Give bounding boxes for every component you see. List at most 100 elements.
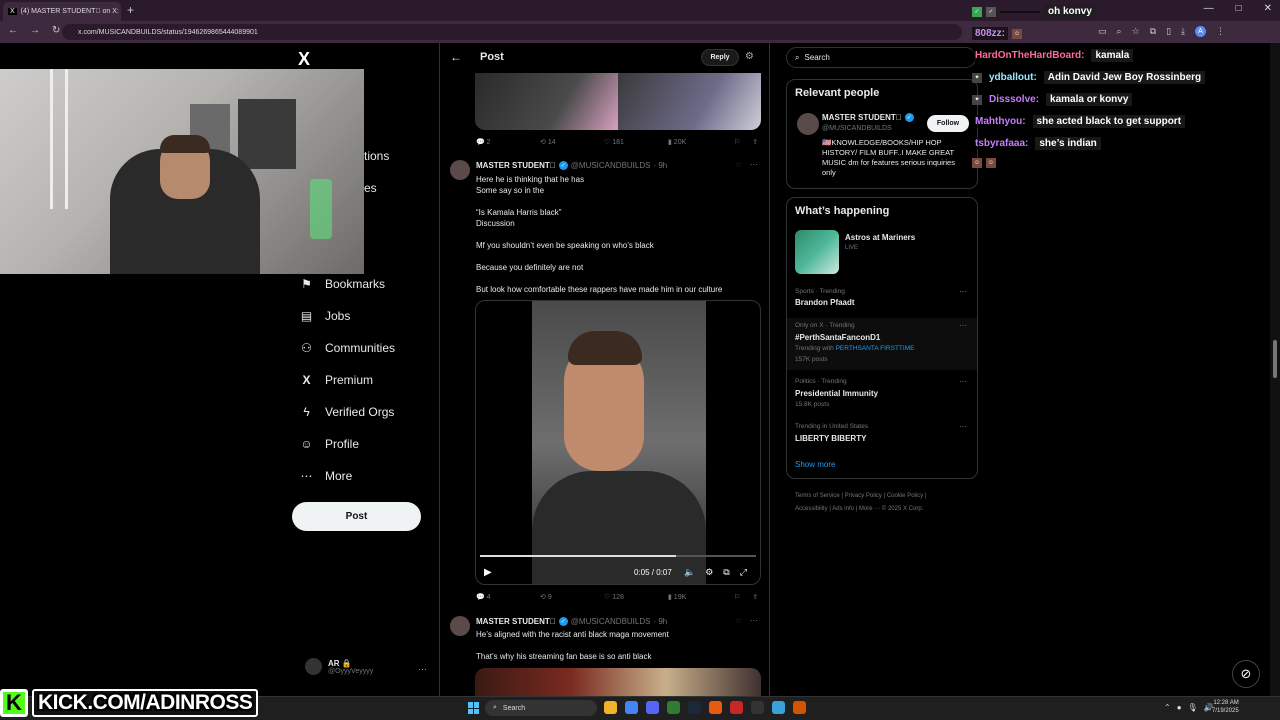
nav-item-profile[interactable]: ☺ Profile	[300, 437, 359, 451]
download-icon[interactable]: ⤓	[1181, 26, 1185, 37]
avatar[interactable]	[450, 616, 470, 636]
account-switcher[interactable]: AR 🔒 @OyyyVeyyyy	[305, 658, 373, 675]
settings-icon[interactable]: ⚙	[705, 567, 713, 578]
bookmark-icon[interactable]: ⚐	[734, 138, 740, 146]
sidebar-icon[interactable]: ▯	[1166, 26, 1171, 37]
nav-item-partial-messages[interactable]: es	[364, 181, 377, 195]
profile-avatar-icon[interactable]: A	[1195, 26, 1207, 37]
zoom-icon[interactable]: ⌕	[1117, 26, 1122, 37]
tweet-handle[interactable]: @MUSICANDBUILDS	[571, 161, 651, 170]
person-handle[interactable]: @MUSICANDBUILDS	[822, 125, 892, 132]
browser-tab[interactable]: X (4) MASTER STUDENT🏿 on X: ✕	[3, 2, 121, 21]
minimize-button[interactable]: —	[1204, 3, 1214, 14]
reload-icon[interactable]: ↻	[52, 25, 60, 36]
repost-action[interactable]: ⟲ 14	[540, 138, 604, 146]
taskbar-clock[interactable]: 12:28 AM 7/19/2025	[1212, 699, 1239, 715]
back-icon[interactable]: ←	[8, 25, 18, 36]
app-icon[interactable]	[751, 701, 764, 714]
grok-icon[interactable]: ◌	[736, 160, 741, 169]
views-action[interactable]: ▮ 20K	[668, 138, 732, 146]
like-action[interactable]: ♡ 128	[604, 593, 668, 601]
trend-item[interactable]: #PerthSantaFanconD1	[795, 333, 880, 342]
video-player[interactable]: ▶ 0:05 / 0:07 🔈 ⚙ ⧉ ⤢	[475, 300, 761, 585]
app-tray-icon[interactable]: ●	[1177, 703, 1182, 712]
footer-link[interactable]: Terms of Service	[795, 493, 840, 499]
url-field[interactable]: x.com/MUSICANDBUILDS/status/194626986544…	[62, 24, 962, 40]
nav-item-communities[interactable]: ⚇ Communities	[300, 341, 395, 355]
forward-icon[interactable]: →	[30, 25, 40, 36]
more-icon[interactable]: ⋯	[959, 422, 967, 431]
footer-link[interactable]: Cookie Policy	[887, 493, 923, 499]
event-thumbnail[interactable]	[795, 230, 839, 274]
footer-link[interactable]: Accessibility	[795, 506, 828, 512]
pip-icon[interactable]: ⧉	[723, 567, 729, 578]
tweet-handle[interactable]: @MUSICANDBUILDS	[571, 617, 651, 626]
avatar[interactable]	[450, 160, 470, 180]
steam-icon[interactable]	[688, 701, 701, 714]
trend-item[interactable]: Brandon Pfaadt	[795, 298, 855, 307]
trend-item[interactable]: Presidential Immunity	[795, 389, 878, 398]
close-window-button[interactable]: ✕	[1264, 3, 1272, 14]
trend-item[interactable]: LIBERTY BIBERTY	[795, 434, 866, 443]
menu-icon[interactable]: ⋮	[1216, 26, 1225, 37]
star-icon[interactable]: ☆	[1132, 26, 1140, 37]
app-icon[interactable]	[667, 701, 680, 714]
more-icon[interactable]: ⋯	[959, 287, 967, 296]
more-icon[interactable]: ⋯	[750, 160, 758, 169]
nav-item-jobs[interactable]: ▤ Jobs	[300, 309, 351, 323]
views-action[interactable]: ▮ 19K	[668, 593, 732, 601]
play-icon[interactable]: ▶	[484, 567, 492, 578]
windows-start-icon[interactable]	[468, 702, 480, 714]
nav-item-partial-notifications[interactable]: tions	[364, 149, 389, 163]
taskbar-search[interactable]: ⌕ Search	[485, 700, 597, 716]
file-explorer-icon[interactable]	[604, 701, 617, 714]
tweet-author-name[interactable]: MASTER STUDENT🏿	[476, 161, 556, 170]
app-icon[interactable]	[730, 701, 743, 714]
reply-action[interactable]: 💬 4	[476, 593, 540, 601]
trend-with-tag[interactable]: PERTHSANTA FIRSTTIME	[836, 345, 915, 352]
video-progress-bar[interactable]	[480, 555, 756, 557]
repost-action[interactable]: ⟲ 9	[540, 593, 604, 601]
app-icon[interactable]	[772, 701, 785, 714]
new-tab-button[interactable]: +	[127, 3, 134, 17]
tweet-time[interactable]: · 9h	[653, 161, 667, 170]
chrome-icon[interactable]	[625, 701, 638, 714]
cast-icon[interactable]: ▭	[1098, 26, 1107, 37]
footer-link[interactable]: Ads info	[832, 506, 854, 512]
nav-item-verified-orgs[interactable]: ϟ Verified Orgs	[300, 405, 394, 419]
bookmark-icon[interactable]: ⚐	[734, 593, 740, 601]
grok-icon[interactable]: ⊘	[1232, 660, 1260, 688]
maximize-button[interactable]: □	[1236, 3, 1242, 14]
microphone-icon[interactable]: 🎙	[1188, 703, 1198, 712]
post-media-top[interactable]	[475, 73, 761, 130]
nav-item-premium[interactable]: X Premium	[300, 373, 373, 387]
footer-link[interactable]: Privacy Policy	[845, 493, 882, 499]
footer-link[interactable]: More ···	[859, 506, 880, 512]
reply-action[interactable]: 💬 2	[476, 138, 540, 146]
extensions-icon[interactable]: ⧉	[1150, 26, 1156, 37]
post-media[interactable]	[475, 668, 761, 698]
discord-icon[interactable]	[646, 701, 659, 714]
show-more-link[interactable]: Show more	[795, 460, 835, 469]
tray-chevron-icon[interactable]: ⌃	[1164, 703, 1171, 712]
tweet-author-name[interactable]: MASTER STUDENT🏿	[476, 617, 556, 626]
app-icon[interactable]	[709, 701, 722, 714]
nav-item-more[interactable]: ⋯ More	[300, 469, 353, 483]
more-icon[interactable]: ⋯	[750, 616, 758, 625]
follow-button[interactable]: Follow	[927, 115, 969, 132]
more-icon[interactable]: ⋯	[959, 377, 967, 386]
nav-item-bookmarks[interactable]: ⚑ Bookmarks	[300, 277, 385, 291]
reply-button[interactable]: Reply	[701, 49, 739, 66]
x-logo-icon[interactable]: X	[298, 49, 310, 70]
account-more-icon[interactable]: ···	[418, 664, 427, 674]
browser-app-icon[interactable]	[793, 701, 806, 714]
share-icon[interactable]: ⇪	[752, 138, 758, 146]
filter-icon[interactable]: ⚙	[745, 51, 754, 62]
avatar[interactable]	[797, 113, 819, 135]
event-title[interactable]: Astros at Mariners	[845, 233, 915, 242]
back-arrow-icon[interactable]: ←	[450, 50, 462, 64]
more-icon[interactable]: ⋯	[959, 321, 967, 330]
volume-icon[interactable]: 🔈	[684, 567, 695, 578]
post-button[interactable]: Post	[292, 502, 421, 531]
person-name[interactable]: MASTER STUDENT🏿 ✓	[822, 113, 914, 122]
